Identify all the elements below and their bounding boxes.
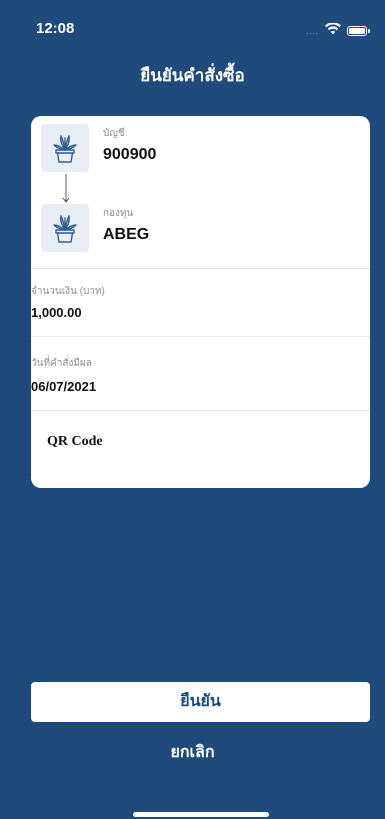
effective-date-label: วันที่คำสั่งมีผล bbox=[31, 358, 92, 369]
plant-icon bbox=[41, 124, 89, 172]
signal-dots: .... bbox=[306, 26, 319, 36]
wifi-icon bbox=[325, 22, 341, 40]
cancel-button[interactable]: ยกเลิก bbox=[0, 740, 385, 765]
divider bbox=[31, 410, 370, 411]
qr-code-label: QR Code bbox=[47, 434, 103, 449]
page-title: ยืนยันคำสั่งซื้อ bbox=[140, 66, 245, 85]
status-icons: .... bbox=[306, 22, 370, 40]
home-indicator bbox=[133, 812, 269, 817]
account-value: 900900 bbox=[103, 146, 157, 163]
amount-value: 1,000.00 bbox=[31, 305, 82, 320]
account-fund-section: บัญชี 900900 กองทุน ABEG bbox=[31, 116, 370, 268]
amount-label: จำนวนเงิน (บาท) bbox=[31, 286, 105, 297]
status-bar: 12:08 .... bbox=[0, 0, 385, 44]
effective-date-value: 06/07/2021 bbox=[31, 379, 97, 394]
order-summary-card: บัญชี 900900 กองทุน ABEG จำนวนเงิน (บาท)… bbox=[31, 116, 370, 488]
fund-value: ABEG bbox=[103, 226, 150, 243]
arrow-down-icon bbox=[62, 174, 70, 203]
status-time: 12:08 bbox=[36, 20, 75, 37]
divider bbox=[31, 336, 370, 337]
confirm-button[interactable]: ยืนยัน bbox=[31, 682, 370, 722]
fund-label: กองทุน bbox=[103, 208, 134, 219]
divider bbox=[31, 268, 370, 269]
account-label: บัญชี bbox=[103, 128, 125, 139]
plant-icon bbox=[41, 204, 89, 252]
battery-icon bbox=[347, 26, 370, 36]
